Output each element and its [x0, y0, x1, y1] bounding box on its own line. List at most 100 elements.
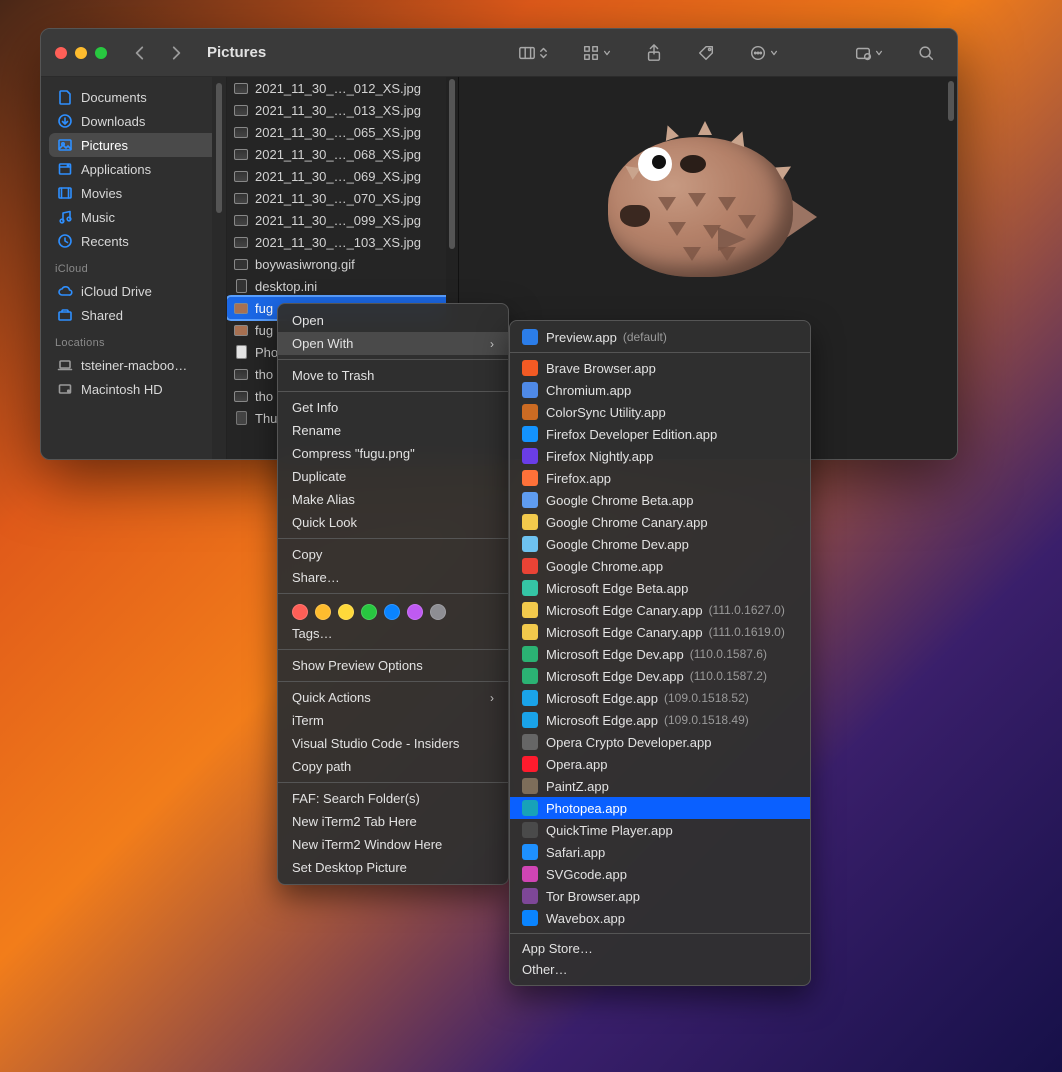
openwith-app-store[interactable]: App Store… — [510, 938, 810, 959]
sidebar-item-music[interactable]: Music — [49, 205, 218, 229]
openwith-app[interactable]: Wavebox.app — [510, 907, 810, 929]
openwith-app[interactable]: Brave Browser.app — [510, 357, 810, 379]
openwith-app[interactable]: Safari.app — [510, 841, 810, 863]
sidebar-item-shared[interactable]: Shared — [49, 303, 218, 327]
file-row[interactable]: desktop.ini — [227, 275, 458, 297]
openwith-app[interactable]: Google Chrome.app — [510, 555, 810, 577]
openwith-other[interactable]: Other… — [510, 959, 810, 980]
preview-image — [598, 117, 818, 287]
openwith-app[interactable]: Google Chrome Canary.app — [510, 511, 810, 533]
more-button[interactable] — [741, 44, 786, 62]
openwith-app[interactable]: Photopea.app — [510, 797, 810, 819]
ctx-copy-path[interactable]: Copy path — [278, 755, 508, 778]
sidebar-item-icloud-drive[interactable]: iCloud Drive — [49, 279, 218, 303]
ctx-new-iterm-win[interactable]: New iTerm2 Window Here — [278, 833, 508, 856]
ctx-compress[interactable]: Compress "fugu.png" — [278, 442, 508, 465]
sidebar-item-macintosh-hd[interactable]: Macintosh HD — [49, 377, 218, 401]
file-type-icon — [233, 146, 249, 162]
openwith-app[interactable]: Microsoft Edge Canary.app(111.0.1627.0) — [510, 599, 810, 621]
sidebar-item-documents[interactable]: Documents — [49, 85, 218, 109]
ctx-move-to-trash[interactable]: Move to Trash — [278, 364, 508, 387]
openwith-app[interactable]: Tor Browser.app — [510, 885, 810, 907]
forward-button[interactable] — [167, 44, 185, 62]
ctx-duplicate[interactable]: Duplicate — [278, 465, 508, 488]
openwith-app[interactable]: Google Chrome Dev.app — [510, 533, 810, 555]
ctx-get-info[interactable]: Get Info — [278, 396, 508, 419]
tag-color[interactable] — [292, 604, 308, 620]
app-version: (111.0.1627.0) — [709, 603, 785, 617]
openwith-app[interactable]: PaintZ.app — [510, 775, 810, 797]
tags-button[interactable] — [689, 44, 723, 62]
openwith-app[interactable]: Microsoft Edge Canary.app(111.0.1619.0) — [510, 621, 810, 643]
ctx-share[interactable]: Share… — [278, 566, 508, 589]
file-row[interactable]: 2021_11_30_…_012_XS.jpg — [227, 77, 458, 99]
ctx-quick-actions[interactable]: Quick Actions› — [278, 686, 508, 709]
actions-button[interactable] — [846, 44, 891, 62]
openwith-app[interactable]: Microsoft Edge Dev.app(110.0.1587.6) — [510, 643, 810, 665]
preview-scrollbar[interactable] — [945, 77, 957, 459]
sidebar-item-pictures[interactable]: Pictures — [49, 133, 218, 157]
openwith-app[interactable]: Chromium.app — [510, 379, 810, 401]
openwith-app[interactable]: ColorSync Utility.app — [510, 401, 810, 423]
ctx-open[interactable]: Open — [278, 309, 508, 332]
ctx-rename[interactable]: Rename — [278, 419, 508, 442]
chevron-right-icon: › — [490, 337, 494, 351]
openwith-app[interactable]: Firefox Nightly.app — [510, 445, 810, 467]
tag-color[interactable] — [407, 604, 423, 620]
view-columns-button[interactable] — [510, 44, 556, 62]
tag-color[interactable] — [315, 604, 331, 620]
file-row[interactable]: 2021_11_30_…_099_XS.jpg — [227, 209, 458, 231]
close-button[interactable] — [55, 47, 67, 59]
group-button[interactable] — [574, 44, 619, 62]
minimize-button[interactable] — [75, 47, 87, 59]
sidebar-item-downloads[interactable]: Downloads — [49, 109, 218, 133]
file-row[interactable]: 2021_11_30_…_069_XS.jpg — [227, 165, 458, 187]
openwith-app[interactable]: SVGcode.app — [510, 863, 810, 885]
file-row[interactable]: 2021_11_30_…_070_XS.jpg — [227, 187, 458, 209]
ctx-copy[interactable]: Copy — [278, 543, 508, 566]
app-label: Microsoft Edge.app — [546, 691, 658, 706]
openwith-app[interactable]: Microsoft Edge Dev.app(110.0.1587.2) — [510, 665, 810, 687]
app-label: Microsoft Edge Canary.app — [546, 625, 703, 640]
file-row[interactable]: 2021_11_30_…_068_XS.jpg — [227, 143, 458, 165]
file-row[interactable]: boywasiwrong.gif — [227, 253, 458, 275]
openwith-app[interactable]: Opera.app — [510, 753, 810, 775]
ctx-make-alias[interactable]: Make Alias — [278, 488, 508, 511]
file-row[interactable]: 2021_11_30_…_103_XS.jpg — [227, 231, 458, 253]
file-row[interactable]: 2021_11_30_…_065_XS.jpg — [227, 121, 458, 143]
ctx-vscode[interactable]: Visual Studio Code - Insiders — [278, 732, 508, 755]
openwith-app[interactable]: Opera Crypto Developer.app — [510, 731, 810, 753]
sidebar-item-tsteiner-macboo-[interactable]: tsteiner-macboo… — [49, 353, 218, 377]
ctx-set-desktop[interactable]: Set Desktop Picture — [278, 856, 508, 879]
ctx-open-with[interactable]: Open With› — [278, 332, 508, 355]
ctx-quick-look[interactable]: Quick Look — [278, 511, 508, 534]
openwith-app[interactable]: Microsoft Edge.app(109.0.1518.49) — [510, 709, 810, 731]
file-row[interactable]: 2021_11_30_…_013_XS.jpg — [227, 99, 458, 121]
ctx-iterm[interactable]: iTerm — [278, 709, 508, 732]
app-icon — [522, 668, 538, 684]
sidebar-item-movies[interactable]: Movies — [49, 181, 218, 205]
back-button[interactable] — [131, 44, 149, 62]
tag-color[interactable] — [430, 604, 446, 620]
sidebar-item-recents[interactable]: Recents — [49, 229, 218, 253]
share-button[interactable] — [637, 44, 671, 62]
openwith-app[interactable]: Microsoft Edge Beta.app — [510, 577, 810, 599]
file-name: 2021_11_30_…_013_XS.jpg — [255, 103, 421, 118]
openwith-app[interactable]: Microsoft Edge.app(109.0.1518.52) — [510, 687, 810, 709]
openwith-app[interactable]: Google Chrome Beta.app — [510, 489, 810, 511]
openwith-app[interactable]: Firefox Developer Edition.app — [510, 423, 810, 445]
tag-color[interactable] — [361, 604, 377, 620]
openwith-app[interactable]: Firefox.app — [510, 467, 810, 489]
openwith-app[interactable]: QuickTime Player.app — [510, 819, 810, 841]
ctx-faf[interactable]: FAF: Search Folder(s) — [278, 787, 508, 810]
ctx-tags[interactable]: Tags… — [278, 622, 508, 645]
ctx-show-preview-options[interactable]: Show Preview Options — [278, 654, 508, 677]
sidebar-scrollbar[interactable] — [212, 77, 226, 459]
openwith-default[interactable]: Preview.app (default) — [510, 326, 810, 348]
search-button[interactable] — [909, 44, 943, 62]
maximize-button[interactable] — [95, 47, 107, 59]
tag-color[interactable] — [338, 604, 354, 620]
ctx-new-iterm-tab[interactable]: New iTerm2 Tab Here — [278, 810, 508, 833]
sidebar-item-applications[interactable]: Applications — [49, 157, 218, 181]
tag-color[interactable] — [384, 604, 400, 620]
